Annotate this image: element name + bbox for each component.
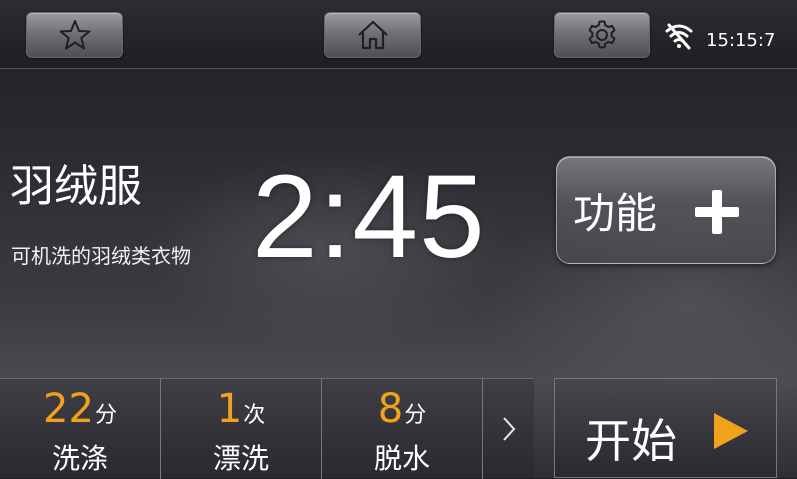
home-icon (357, 20, 388, 50)
rinse-count-label: 漂洗 (212, 442, 269, 475)
start-button[interactable]: 开始 (554, 378, 777, 478)
spin-time-label: 脱水 (373, 442, 430, 475)
remaining-time: 2:45 (252, 151, 486, 283)
clock-time: 15:15:7 (706, 30, 776, 51)
play-icon (714, 413, 748, 449)
wifi-off-icon (665, 23, 693, 50)
start-button-label: 开始 (585, 414, 677, 468)
program-name: 羽绒服 (10, 161, 142, 212)
wash-time-label: 洗涤 (51, 442, 108, 475)
wash-time-setting[interactable]: 22分 洗涤 (0, 379, 161, 479)
settings-bar: 22分 洗涤 1次 漂洗 8分 脱水 (0, 378, 534, 479)
home-button[interactable] (324, 12, 421, 58)
program-description: 可机洗的羽绒类衣物 (11, 244, 191, 268)
rinse-count-value: 1次 (216, 386, 266, 432)
top-bar: 15:15:7 (0, 0, 797, 69)
spin-time-value: 8分 (377, 386, 427, 432)
function-button[interactable]: 功能 (556, 156, 776, 264)
favorite-button[interactable] (26, 12, 123, 58)
star-icon (59, 20, 90, 50)
function-button-label: 功能 (573, 188, 658, 238)
settings-button[interactable] (554, 12, 650, 58)
wash-time-value: 22分 (43, 386, 117, 432)
more-settings-button[interactable] (483, 379, 534, 479)
spin-time-setting[interactable]: 8分 脱水 (322, 379, 483, 479)
rinse-count-setting[interactable]: 1次 漂洗 (161, 379, 322, 479)
plus-icon (695, 190, 739, 234)
gear-icon (588, 20, 616, 49)
chevron-right-icon (502, 417, 515, 441)
